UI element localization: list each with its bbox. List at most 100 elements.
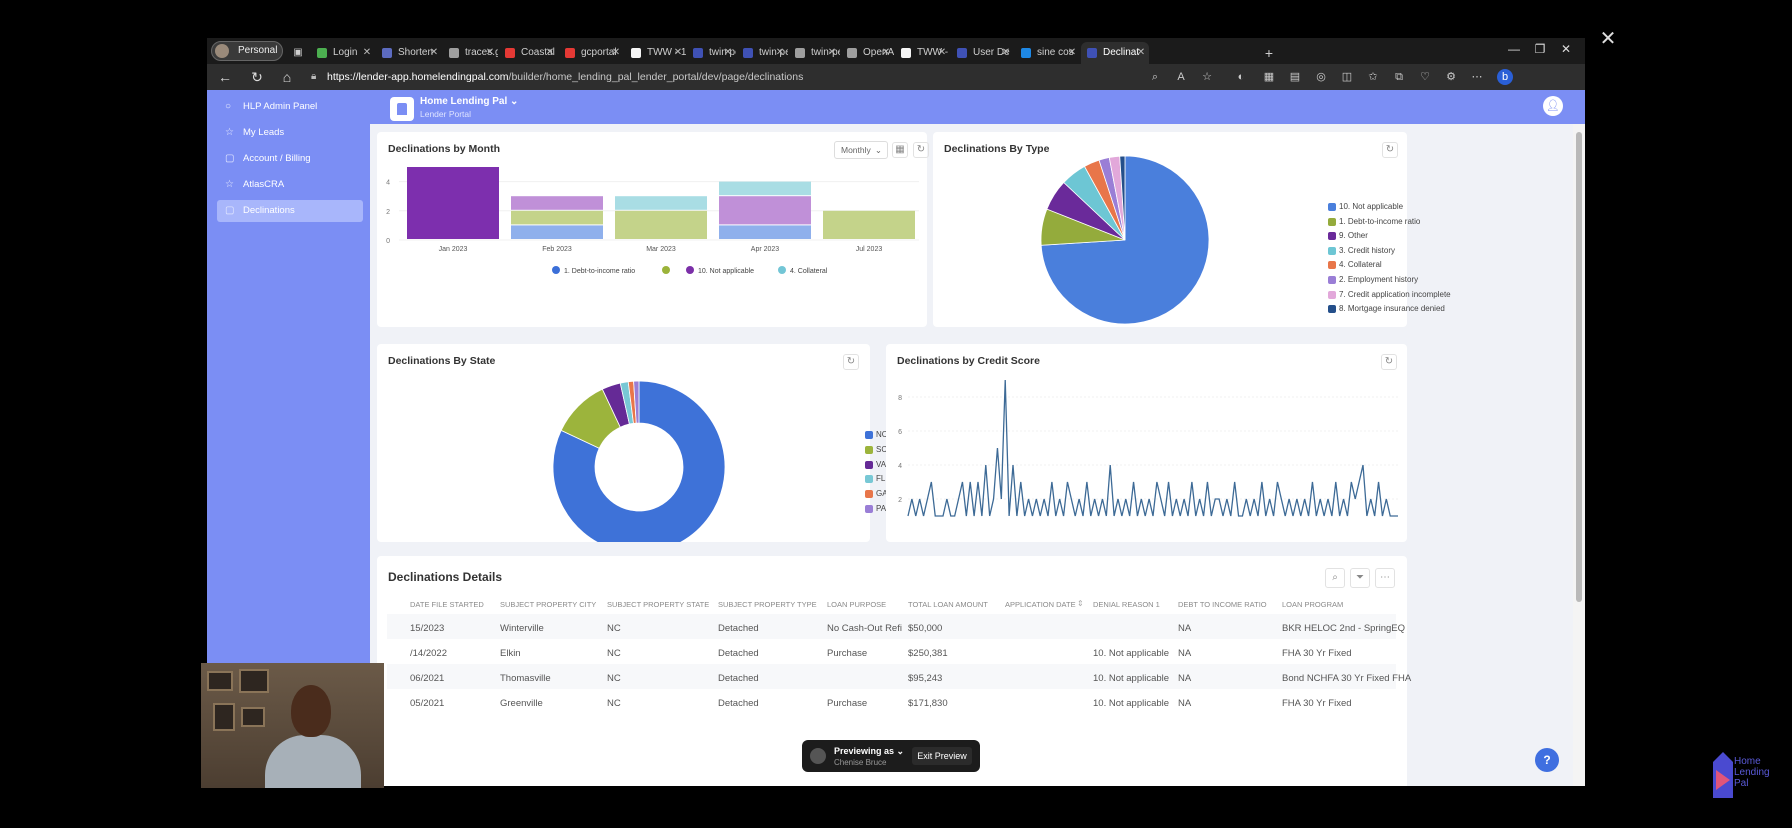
table-row[interactable]: [387, 639, 1396, 667]
column-header[interactable]: DATE FILE STARTED: [410, 600, 484, 609]
watermark-text: Home Lending Pal: [1734, 756, 1770, 789]
legend-label: 1. Debt-to-income ratio: [564, 268, 635, 275]
sidebar-item-atlascra[interactable]: ☆ AtlasCRA: [217, 174, 363, 196]
copilot-icon[interactable]: b: [1497, 69, 1513, 85]
extension-icon-2[interactable]: ▦: [1261, 69, 1277, 85]
page-scrollbar[interactable]: [1573, 124, 1585, 786]
url-host: https://lender-app.homelendingpal.com: [327, 71, 509, 83]
column-header[interactable]: SUBJECT PROPERTY CITY: [500, 600, 596, 609]
tab-close-icon[interactable]: ✕: [1000, 42, 1012, 64]
browser-tab[interactable]: OpenAI ✕: [841, 42, 894, 64]
browser-tab[interactable]: twin pea✕: [737, 42, 788, 64]
tab-close-icon[interactable]: ✕: [361, 42, 373, 64]
column-header[interactable]: TOTAL LOAN AMOUNT: [908, 600, 988, 609]
tab-close-icon[interactable]: ✕: [484, 42, 496, 64]
tab-close-icon[interactable]: ✕: [826, 42, 838, 64]
tab-close-icon[interactable]: ✕: [774, 42, 786, 64]
browser-tab[interactable]: TWW - 1✕: [895, 42, 950, 64]
column-header[interactable]: LOAN PURPOSE: [827, 600, 886, 609]
browser-tab[interactable]: twin pea✕: [687, 42, 736, 64]
refresh-icon[interactable]: ↻: [1381, 354, 1397, 370]
search-icon[interactable]: ⌕: [1325, 568, 1345, 588]
column-header[interactable]: DEBT TO INCOME RATIO: [1178, 600, 1267, 609]
profile-button[interactable]: Personal: [211, 41, 283, 61]
browser-essentials-icon[interactable]: ♡: [1417, 69, 1433, 85]
browser-tab[interactable]: Shorten ✕: [376, 42, 442, 64]
sidebar-item-declinations[interactable]: ▢ Declinations: [217, 200, 363, 222]
legend-swatch: [1328, 261, 1336, 270]
column-header[interactable]: SUBJECT PROPERTY TYPE: [718, 600, 817, 609]
tab-close-icon[interactable]: ✕: [544, 42, 556, 64]
calendar-icon[interactable]: ▦: [892, 142, 908, 158]
favorite-star-icon[interactable]: ☆: [1199, 69, 1215, 85]
preview-label[interactable]: Previewing as ⌄: [834, 746, 904, 757]
column-header[interactable]: APPLICATION DATE: [1005, 600, 1076, 609]
zoom-icon[interactable]: ⌕: [1147, 69, 1163, 85]
split-screen-icon[interactable]: ◫: [1339, 69, 1355, 85]
read-aloud-icon[interactable]: A: [1173, 69, 1189, 85]
sort-handle-icon[interactable]: ⇕: [1077, 599, 1084, 608]
tab-favicon-icon: [449, 48, 459, 58]
browser-tab[interactable]: gcportal ✕: [559, 42, 624, 64]
legend-swatch: [1328, 276, 1336, 284]
legend-swatch: [865, 460, 873, 469]
new-tab-icon[interactable]: +: [1257, 42, 1281, 64]
browser-tab[interactable]: User De ✕: [951, 42, 1014, 64]
browser-tab[interactable]: traces.gz✕: [443, 42, 498, 64]
minimize-icon[interactable]: —: [1501, 42, 1527, 56]
y-tick-label: 4: [898, 463, 902, 470]
sidebar-item-my-leads[interactable]: ☆ My Leads: [217, 122, 363, 144]
maximize-icon[interactable]: ❐: [1527, 42, 1553, 56]
tab-actions-icon[interactable]: ▣: [287, 42, 309, 64]
sidebar-item-hlp-admin-panel[interactable]: ○ HLP Admin Panel: [217, 96, 363, 118]
table-cell: /14/2022: [410, 648, 447, 659]
share-icon[interactable]: ⚙: [1443, 69, 1459, 85]
browser-tab[interactable]: Coastal ✕: [499, 42, 558, 64]
tab-favicon-icon: [901, 48, 911, 58]
browser-tab[interactable]: Declinat ✕: [1081, 42, 1149, 64]
extension-icon-3[interactable]: ▤: [1287, 69, 1303, 85]
extension-icon[interactable]: ◐: [1233, 69, 1249, 85]
browser-tab[interactable]: twin-pe✕: [789, 42, 840, 64]
legend-item: SC: [865, 445, 887, 455]
reload-icon[interactable]: ↻: [247, 67, 267, 87]
tab-close-icon[interactable]: ✕: [936, 42, 948, 64]
close-icon[interactable]: ✕: [1597, 28, 1619, 50]
tab-close-icon[interactable]: ✕: [428, 42, 440, 64]
filter-icon[interactable]: ⏷: [1350, 568, 1370, 588]
refresh-icon[interactable]: ↻: [913, 142, 929, 158]
scrollbar-thumb[interactable]: [1576, 132, 1582, 602]
user-avatar-icon[interactable]: 👤︎: [1543, 96, 1563, 116]
help-icon[interactable]: ?: [1535, 748, 1559, 772]
browser-tab[interactable]: sine cos ✕: [1015, 42, 1080, 64]
table-cell: Purchase: [827, 698, 868, 709]
extension-icon-4[interactable]: ◎: [1313, 69, 1329, 85]
tab-close-icon[interactable]: ✕: [610, 42, 622, 64]
tab-close-icon[interactable]: ✕: [1066, 42, 1078, 64]
back-icon[interactable]: ←: [215, 67, 235, 87]
exit-preview-button[interactable]: Exit Preview: [912, 747, 972, 765]
tab-close-icon[interactable]: ✕: [880, 42, 892, 64]
browser-tab[interactable]: TWW - 1✕: [625, 42, 686, 64]
sidebar-item-account-billing[interactable]: ▢ Account / Billing: [217, 148, 363, 170]
tab-close-icon[interactable]: ✕: [672, 42, 684, 64]
more-options-icon[interactable]: ⋯: [1375, 568, 1395, 588]
period-select[interactable]: Monthly ⌄: [834, 141, 888, 159]
tab-favicon-icon: [795, 48, 805, 58]
home-icon[interactable]: ⌂: [277, 67, 297, 87]
chevron-down-icon: ⌄: [896, 746, 905, 756]
tab-close-icon[interactable]: ✕: [1135, 42, 1147, 64]
column-header[interactable]: SUBJECT PROPERTY STATE: [607, 600, 709, 609]
column-header[interactable]: LOAN PROGRAM: [1282, 600, 1343, 609]
tab-close-icon[interactable]: ✕: [722, 42, 734, 64]
favorites-icon[interactable]: ✩: [1365, 69, 1381, 85]
more-menu-icon[interactable]: ⋯: [1469, 69, 1485, 85]
browser-window: Personal ▣ Login✕Shorten✕traces.gz✕Coast…: [207, 38, 1585, 786]
url-field[interactable]: 🔒︎ https://lender-app.homelendingpal.com…: [309, 67, 1349, 87]
window-close-icon[interactable]: ✕: [1553, 42, 1579, 56]
browser-tab[interactable]: Login ✕: [311, 42, 375, 64]
brand-name[interactable]: Home Lending Pal ⌄: [420, 96, 518, 107]
legend-swatch: [1328, 232, 1336, 241]
collections-icon[interactable]: ⧉: [1391, 69, 1407, 85]
column-header[interactable]: DENIAL REASON 1: [1093, 600, 1160, 609]
